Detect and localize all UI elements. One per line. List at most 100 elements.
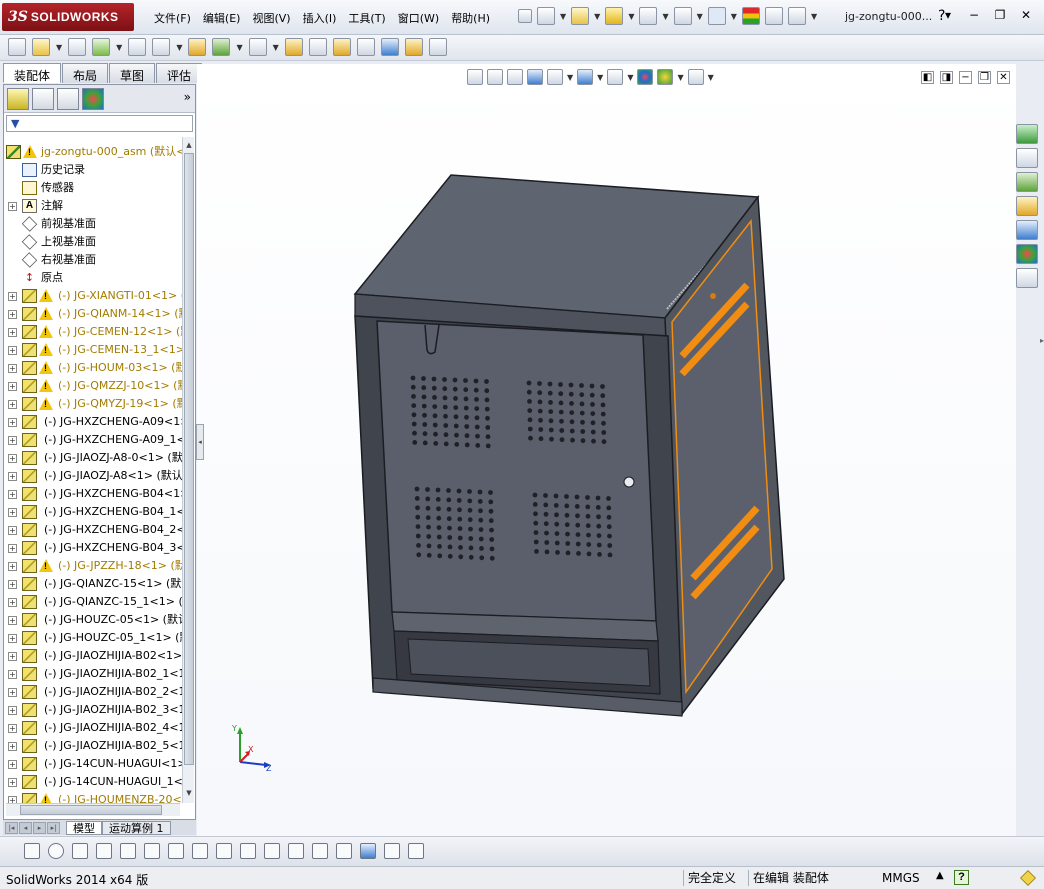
front-door[interactable] [376,320,657,622]
tree-vertical-scrollbar[interactable]: ▲ ▼ [182,137,194,803]
expand-icon[interactable]: + [8,328,17,337]
undo-dropdown-icon[interactable]: ▼ [697,12,703,21]
tree-item[interactable]: + A 注解 [4,197,182,215]
chamfer-icon[interactable] [216,843,232,859]
expand-icon[interactable]: + [8,436,17,445]
minimize-icon[interactable]: − [966,8,982,22]
panel-splitter[interactable]: ◂ [196,424,204,460]
assembly-features-icon[interactable] [212,38,231,56]
tab-sketch[interactable]: 草图 [109,63,156,83]
solidworks-logo[interactable]: 3S SOLIDWORKS [2,3,134,31]
relations-icon[interactable] [336,843,352,859]
interference-detection-icon[interactable] [380,38,399,56]
tree-root[interactable]: jg-zongtu-000_asm (默认< [4,143,182,161]
mate-icon[interactable] [68,38,87,56]
open-dropdown-icon[interactable]: ▼ [594,12,600,21]
tree-item[interactable]: + (-) JG-JIAOZHIJIA-B02_2<1 [4,683,182,701]
tree-item[interactable]: 前视基准面 [4,215,182,233]
file-explorer-icon[interactable] [1016,196,1038,216]
circle-icon[interactable] [48,843,64,859]
unit-system[interactable]: MMGS [878,870,920,886]
display-manager-tab-icon[interactable] [82,87,104,110]
close-icon[interactable]: ✕ [1018,8,1034,22]
rebuild-warning-icon[interactable] [605,7,624,25]
reference-geometry-icon[interactable] [248,38,267,56]
zoom-to-fit-icon[interactable] [467,69,483,85]
property-manager-tab-icon[interactable] [32,87,54,110]
feature-manager-tab-icon[interactable] [7,87,29,110]
tree-item[interactable]: + (-) JG-14CUN-HUAGUI_1<1 [4,773,182,791]
insert-component-icon[interactable] [8,38,26,56]
scroll-up-icon[interactable]: ▲ [184,139,194,151]
hide-show-dropdown-icon[interactable]: ▼ [627,73,633,82]
tree-item[interactable]: ↕ 原点 [4,269,182,287]
graphics-area[interactable] [197,64,1016,836]
clearance-verification-icon[interactable] [404,38,423,56]
fillet-icon[interactable] [192,843,208,859]
view-settings-icon[interactable] [687,69,704,85]
expand-icon[interactable]: + [8,544,17,553]
section-view-icon[interactable] [527,69,543,85]
grid-icon[interactable] [312,843,328,859]
expand-icon[interactable]: + [8,652,17,661]
tree-item[interactable]: + (-) JG-JIAOZHIJIA-B02_3<1 [4,701,182,719]
viewport-restore-icon[interactable]: ❐ [978,71,991,84]
tab-model[interactable]: 模型 [66,820,102,835]
tree-item[interactable]: + (-) JG-HXZCHENG-B04<1> ( [4,485,182,503]
expand-icon[interactable]: + [8,526,17,535]
menu-file[interactable]: 文件(F) [148,10,197,26]
units-dropdown-icon[interactable]: ▲ [936,870,944,881]
pattern-dropdown-icon[interactable]: ▼ [116,43,122,52]
tile-icon[interactable] [408,843,424,859]
design-library-icon[interactable] [1016,172,1038,192]
select-dropdown-icon[interactable]: ▼ [731,12,737,21]
menu-edit[interactable]: 编辑(E) [197,10,247,26]
tree-item[interactable]: + (-) JG-QMYZJ-19<1> (默 [4,395,182,413]
tree-item[interactable]: + (-) JG-QIANZC-15_1<1> (默 [4,593,182,611]
new-part-icon[interactable] [32,38,50,56]
tree-item[interactable]: 上视基准面 [4,233,182,251]
show-hidden-icon[interactable] [188,38,207,56]
expand-icon[interactable]: + [8,688,17,697]
tree-item[interactable]: + (-) JG-JIAOZHIJIA-B02_4<1 [4,719,182,737]
viewport-minimize-icon[interactable]: − [959,71,972,84]
expand-icon[interactable]: + [8,508,17,517]
hscroll-thumb[interactable] [20,805,162,815]
expand-icon[interactable]: + [8,202,17,211]
quick-help-icon[interactable]: ? [954,870,969,885]
linear-pattern-icon[interactable] [92,38,111,56]
menu-help[interactable]: 帮助(H) [445,10,496,26]
expand-icon[interactable]: + [8,742,17,751]
expand-icon[interactable]: + [8,580,17,589]
apply-scene-icon[interactable] [657,69,674,85]
display-style-icon[interactable] [577,69,594,85]
home-icon[interactable] [1016,148,1038,168]
bill-of-materials-icon[interactable] [308,38,327,56]
expand-icon[interactable]: + [8,454,17,463]
table-icon[interactable] [360,843,376,859]
tree-item[interactable]: + (-) JG-HXZCHENG-A09_1<1> [4,431,182,449]
tab-assembly[interactable]: 装配体 [3,63,62,83]
expand-icon[interactable]: + [8,418,17,427]
select-arrow-icon[interactable] [707,7,726,25]
expand-icon[interactable]: + [8,760,17,769]
expand-icon[interactable]: + [8,778,17,787]
exploded-view-icon[interactable] [332,38,351,56]
tree-item[interactable]: + (-) JG-HXZCHENG-B04_1<1> [4,503,182,521]
expand-icon[interactable]: + [8,346,17,355]
expand-icon[interactable]: + [8,400,17,409]
move-dropdown-icon[interactable]: ▼ [176,43,182,52]
undo-icon[interactable] [673,7,692,25]
tab-layout[interactable]: 布局 [62,63,109,83]
expand-icon[interactable]: + [8,562,17,571]
display-dropdown-icon[interactable]: ▼ [597,73,603,82]
expand-icon[interactable]: + [8,706,17,715]
expand-icon[interactable]: + [8,634,17,643]
tree-item[interactable]: + (-) JG-JIAOZHIJIA-B02<1> [4,647,182,665]
tab-prev-icon[interactable]: ◂ [19,821,32,834]
filter-icon[interactable]: ▼ [11,117,19,130]
tree-item[interactable]: + (-) JG-JPZZH-18<1> (默 [4,557,182,575]
viewport-left-icon[interactable]: ◧ [921,71,934,84]
help-dropdown-icon[interactable]: ▾ [940,8,956,22]
viewport-close-icon[interactable]: ✕ [997,71,1010,84]
